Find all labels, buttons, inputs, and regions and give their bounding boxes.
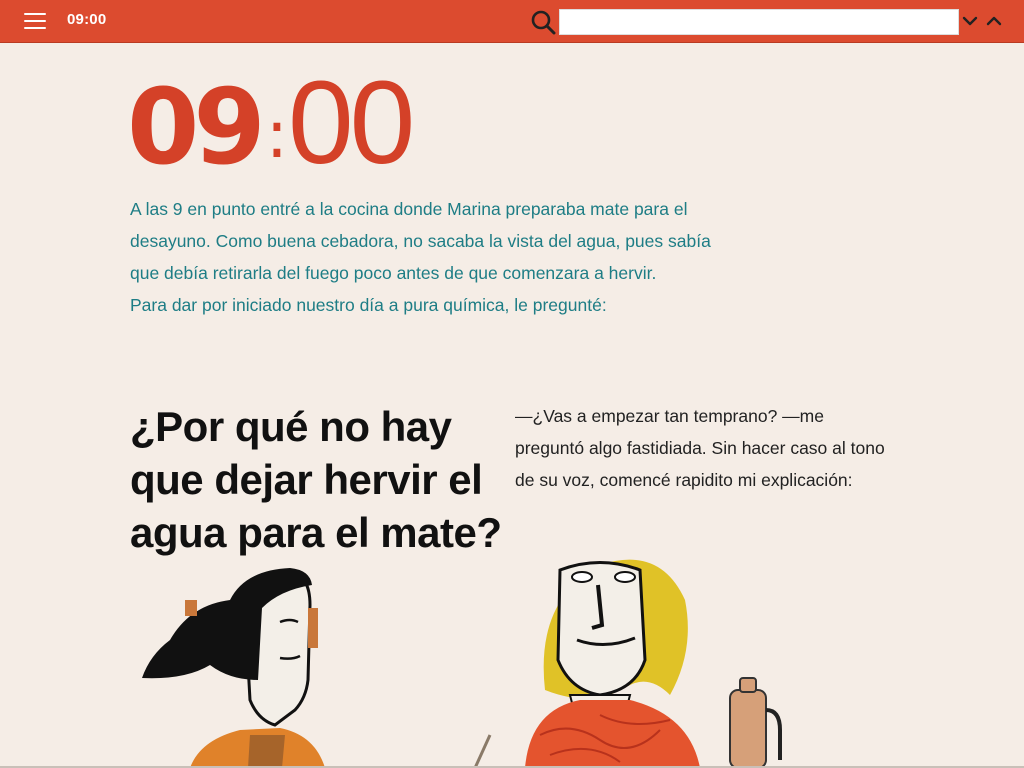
menu-icon-line [24, 27, 46, 29]
intro-paragraph: A las 9 en punto entré a la cocina donde… [130, 199, 711, 283]
hero-time: 09:00 [127, 64, 415, 182]
hero-hour: 09 [127, 66, 266, 188]
intro-text: A las 9 en punto entré a la cocina donde… [130, 193, 720, 321]
hero-minutes: 00 [287, 57, 415, 189]
chevron-up-icon[interactable] [985, 12, 1003, 30]
menu-icon-line [24, 13, 46, 15]
search-input[interactable] [559, 9, 959, 35]
chapter-title: 09:00 [67, 11, 107, 28]
intro-paragraph: Para dar por iniciado nuestro día a pura… [130, 295, 607, 315]
search-icon[interactable] [530, 9, 556, 35]
menu-button[interactable] [24, 11, 46, 31]
left-character-illustration [142, 568, 492, 768]
right-character-illustration [525, 559, 782, 768]
hero-colon: : [265, 96, 288, 173]
dialog-text: —¿Vas a empezar tan temprano? —me pregun… [515, 406, 885, 490]
characters-illustration [142, 559, 782, 768]
top-bar: 09:00 [0, 0, 1024, 43]
menu-icon-line [24, 20, 46, 22]
chevron-down-icon[interactable] [961, 12, 979, 30]
